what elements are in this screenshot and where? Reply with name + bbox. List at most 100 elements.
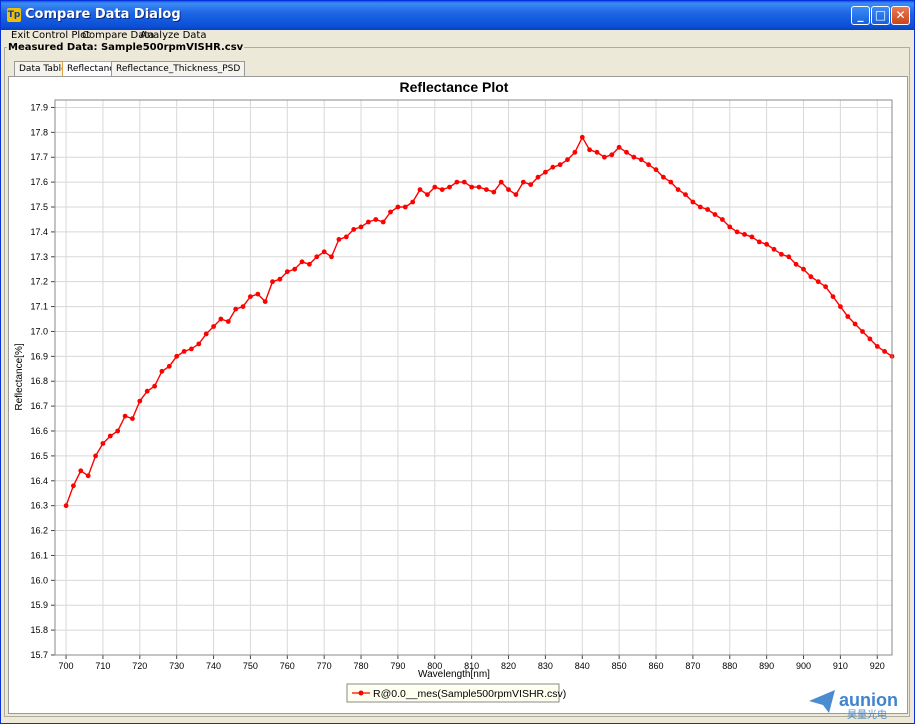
data-point[interactable] [712,212,718,217]
data-point[interactable] [203,331,209,337]
data-point[interactable] [299,259,305,265]
data-point[interactable] [314,254,320,260]
data-point[interactable] [380,219,386,225]
data-point[interactable] [144,388,150,394]
data-point[interactable] [764,241,769,247]
data-point[interactable] [329,254,334,260]
data-point[interactable] [321,249,327,255]
data-point[interactable] [675,187,681,192]
data-point[interactable] [683,192,688,197]
data-point[interactable] [808,274,814,280]
data-point[interactable] [616,144,622,150]
data-point[interactable] [801,266,806,272]
data-point[interactable] [410,199,416,205]
data-point[interactable] [225,319,231,324]
data-point[interactable] [454,179,460,185]
data-point[interactable] [528,182,534,187]
data-point[interactable] [498,179,504,185]
data-point[interactable] [602,154,607,160]
reflectance-chart[interactable]: 700 710 720 730 740 750 760 770 780 790 800 810 820 8… [9,77,907,713]
data-point[interactable] [491,189,497,195]
data-point[interactable] [159,368,165,374]
data-point[interactable] [115,428,121,434]
data-point[interactable] [756,239,762,245]
data-point[interactable] [624,149,629,155]
data-point[interactable] [638,157,644,163]
data-point[interactable] [550,164,556,170]
data-point[interactable] [484,187,489,192]
data-point[interactable] [786,254,792,260]
data-point[interactable] [93,453,98,459]
data-point[interactable] [587,147,592,153]
data-point[interactable] [373,217,379,222]
data-point[interactable] [579,134,585,140]
data-point[interactable] [727,224,733,230]
data-point[interactable] [565,157,570,163]
data-point[interactable] [720,217,725,222]
data-point[interactable] [336,237,342,242]
data-point[interactable] [63,503,69,509]
data-point[interactable] [476,184,482,190]
data-point[interactable] [845,314,851,319]
data-point[interactable] [211,324,217,329]
data-point[interactable] [366,219,371,225]
data-point[interactable] [609,152,615,158]
data-point[interactable] [543,169,548,175]
data-point[interactable] [557,162,563,168]
title-bar[interactable]: Tp Compare Data Dialog _ □ ✕ [1,1,914,30]
data-point[interactable] [653,167,659,173]
data-point[interactable] [181,349,187,354]
data-point[interactable] [668,179,674,185]
data-point[interactable] [196,341,202,347]
data-point[interactable] [646,162,651,168]
data-point[interactable] [572,149,578,155]
data-point[interactable] [779,251,784,257]
menu-exit[interactable]: Exit [11,30,30,41]
data-point[interactable] [107,433,113,439]
data-point[interactable] [860,329,865,334]
data-point[interactable] [284,269,290,275]
data-point[interactable] [852,321,858,327]
data-point[interactable] [85,473,91,479]
data-point[interactable] [71,483,76,489]
data-point[interactable] [432,184,438,190]
data-point[interactable] [388,209,393,215]
data-point[interactable] [277,276,283,282]
data-point[interactable] [189,346,194,352]
data-point[interactable] [734,229,740,235]
data-point[interactable] [262,299,268,304]
data-point[interactable] [705,207,710,212]
data-point[interactable] [130,416,135,421]
data-point[interactable] [358,224,364,230]
data-point[interactable] [292,266,298,272]
data-point[interactable] [395,204,401,210]
data-point[interactable] [174,353,180,359]
data-point[interactable] [122,413,128,419]
data-point[interactable] [137,398,143,404]
data-point[interactable] [631,154,637,160]
data-point[interactable] [255,291,261,297]
data-point[interactable] [874,344,880,349]
data-point[interactable] [447,184,452,190]
data-point[interactable] [218,316,224,322]
data-point[interactable] [78,468,84,474]
data-point[interactable] [513,192,519,197]
data-point[interactable] [661,174,666,180]
data-point[interactable] [830,294,836,299]
data-point[interactable] [823,284,828,290]
data-point[interactable] [690,199,696,205]
minimize-button[interactable]: _ [851,6,870,25]
data-point[interactable] [351,227,357,232]
data-point[interactable] [771,246,777,252]
data-point[interactable] [439,187,445,192]
legend[interactable]: R@0.0__mes(Sample500rpmVISHR.csv) [346,683,566,703]
data-point[interactable] [838,304,843,309]
data-point[interactable] [520,179,526,185]
close-button[interactable]: ✕ [891,6,910,25]
data-point[interactable] [815,279,821,285]
data-point[interactable] [100,441,106,446]
data-point[interactable] [506,187,511,192]
data-point[interactable] [417,187,423,192]
data-point[interactable] [469,184,475,190]
data-point[interactable] [425,192,430,197]
